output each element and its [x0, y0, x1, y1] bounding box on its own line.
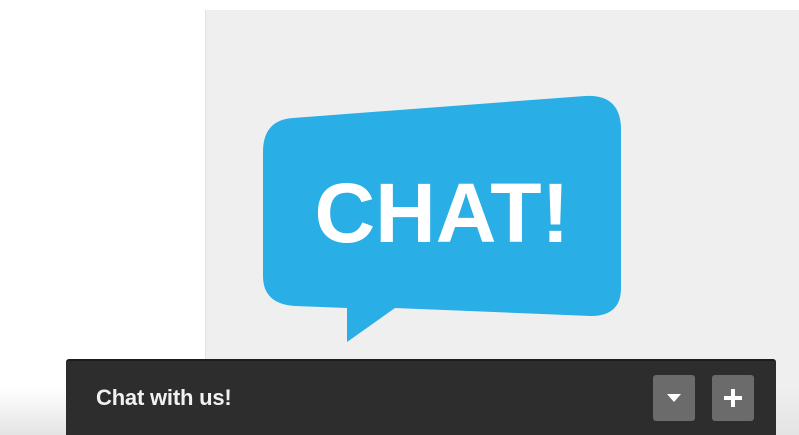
expand-button[interactable]	[712, 375, 754, 421]
chat-logo: CHAT!	[255, 90, 635, 350]
page: CHAT! Chat with us!	[0, 0, 799, 435]
caret-down-icon	[667, 394, 681, 402]
logo-text: CHAT!	[314, 166, 569, 260]
speech-bubble-icon: CHAT!	[263, 95, 621, 342]
minimize-button[interactable]	[653, 375, 695, 421]
chat-bar[interactable]: Chat with us!	[66, 359, 776, 435]
chat-bar-title[interactable]: Chat with us!	[96, 385, 232, 411]
plus-icon	[724, 389, 742, 407]
